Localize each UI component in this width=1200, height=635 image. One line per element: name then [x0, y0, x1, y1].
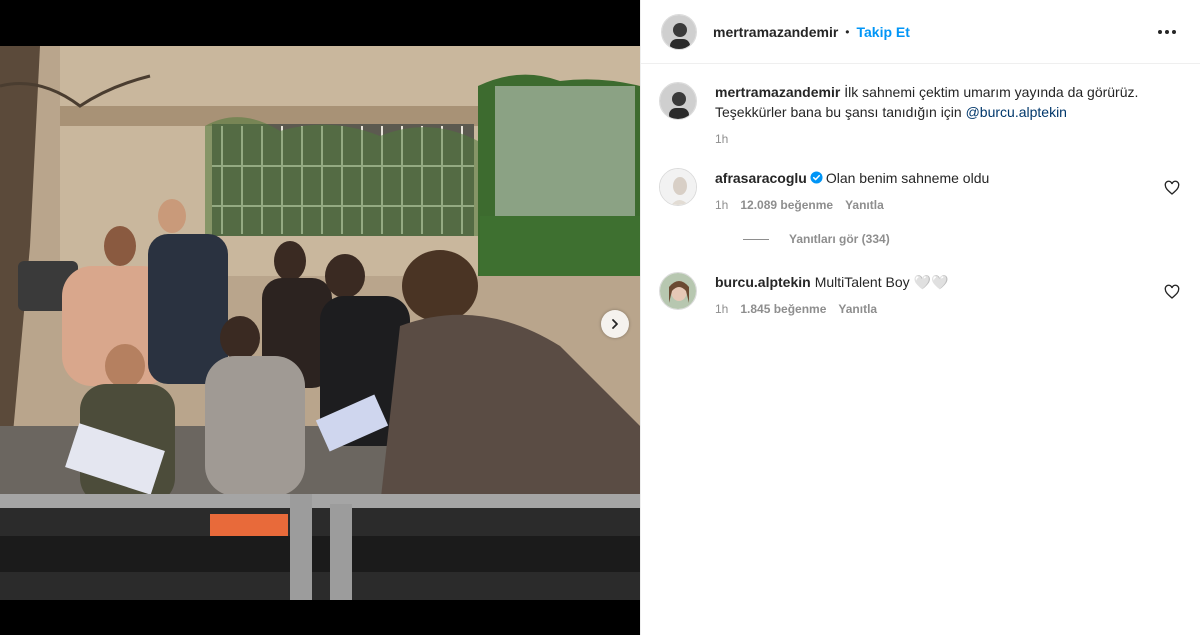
view-replies-button[interactable]: Yanıtları gör (334) [743, 232, 1184, 246]
comment-body: Olan benim sahneme oldu [825, 170, 990, 186]
caption-time: 1h [715, 132, 729, 146]
replies-divider [743, 238, 769, 240]
comment-username[interactable]: afrasaracoglu [715, 170, 807, 186]
header-separator: • [845, 24, 850, 39]
caption-mention-link[interactable]: @burcu.alptekin [966, 104, 1067, 120]
heart-icon[interactable] [1164, 284, 1180, 300]
instagram-post-view: mertramazandemir • Takip Et mertramazand… [0, 0, 1200, 635]
view-replies-label: Yanıtları gör (334) [789, 232, 890, 246]
comment-time: 1h [715, 302, 729, 316]
media-panel [0, 0, 640, 635]
caption-row: mertramazandemir İlk sahnemi çektim umarı… [659, 82, 1184, 146]
chevron-right-icon [612, 319, 618, 329]
post-details-panel: mertramazandemir • Takip Et mertramazand… [640, 0, 1200, 635]
comment-meta: 1h 12.089 beğenme Yanıtla [715, 198, 1150, 212]
author-avatar[interactable] [661, 13, 697, 50]
commenter-avatar[interactable] [659, 272, 697, 310]
reply-button[interactable]: Yanıtla [845, 198, 884, 212]
heart-icon[interactable] [1164, 180, 1180, 196]
comment-row: burcu.alptekin MultiTalent Boy 🤍🤍 1h 1.84… [659, 272, 1184, 316]
verified-badge-icon [810, 171, 823, 184]
commenter-avatar[interactable] [659, 168, 697, 206]
post-photo [0, 46, 640, 600]
comment-text: afrasaracoglu Olan benim sahneme oldu [715, 168, 1150, 188]
caption-meta: 1h [715, 132, 1150, 146]
comment-username[interactable]: burcu.alptekin [715, 274, 811, 290]
caption-username[interactable]: mertramazandemir [715, 84, 840, 100]
more-options-icon[interactable] [1152, 24, 1182, 40]
caption-avatar[interactable] [659, 82, 697, 120]
post-header: mertramazandemir • Takip Et [641, 0, 1200, 64]
author-username[interactable]: mertramazandemir [713, 24, 838, 40]
comment-meta: 1h 1.845 beğenme Yanıtla [715, 302, 1150, 316]
comment-text: burcu.alptekin MultiTalent Boy 🤍🤍 [715, 272, 1150, 292]
comment-likes[interactable]: 1.845 beğenme [740, 302, 826, 316]
comment-likes[interactable]: 12.089 beğenme [740, 198, 833, 212]
comment-time: 1h [715, 198, 729, 212]
next-media-button[interactable] [601, 310, 629, 338]
comment-row: afrasaracoglu Olan benim sahneme oldu 1h … [659, 168, 1184, 212]
reply-button[interactable]: Yanıtla [838, 302, 877, 316]
comment-body: MultiTalent Boy 🤍🤍 [814, 274, 949, 290]
comments-section: mertramazandemir İlk sahnemi çektim umarı… [641, 64, 1200, 316]
caption-text: mertramazandemir İlk sahnemi çektim umarı… [715, 82, 1150, 122]
follow-button[interactable]: Takip Et [856, 24, 909, 40]
